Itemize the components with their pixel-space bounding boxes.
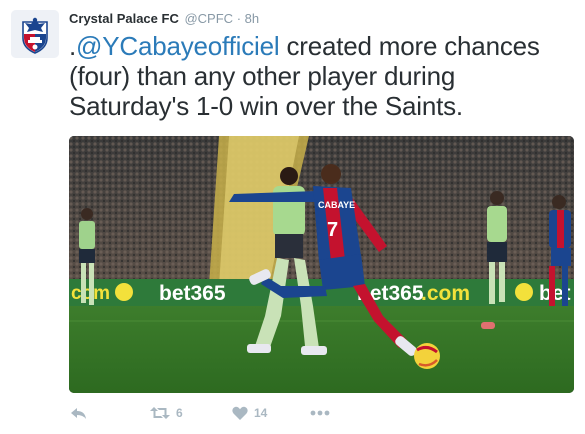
retweet-icon	[150, 407, 170, 419]
football	[414, 343, 440, 369]
ad-board-com: .com	[421, 282, 470, 305]
retweet-button[interactable]: 6	[150, 401, 183, 425]
author-handle[interactable]: @CPFC	[184, 11, 233, 26]
heart-icon	[232, 406, 248, 420]
tweet-actions: 6 14	[70, 401, 570, 425]
time-separator: ·	[236, 11, 242, 26]
tweet: Crystal Palace FC @CPFC · 8h .@YCabayeof…	[0, 0, 585, 434]
tweet-timestamp[interactable]: 8h	[245, 11, 259, 26]
reply-button[interactable]	[70, 401, 88, 425]
tweet-photo[interactable]: com bet365 bet365 .com bet	[69, 136, 574, 393]
football-photo: com bet365 bet365 .com bet	[69, 136, 574, 393]
club-crest-icon	[11, 10, 59, 58]
more-button[interactable]	[310, 401, 330, 425]
mention-link[interactable]: @YCabayeofficiel	[76, 31, 280, 61]
retweet-count: 6	[176, 406, 183, 420]
tweet-header: Crystal Palace FC @CPFC · 8h	[69, 11, 259, 27]
text-prefix: .	[69, 31, 77, 61]
reply-icon	[71, 408, 86, 419]
like-button[interactable]: 14	[232, 401, 267, 425]
more-icon	[310, 410, 330, 416]
author-name[interactable]: Crystal Palace FC	[69, 11, 179, 26]
ad-board-bet365-1: bet365	[159, 282, 226, 305]
shirt-number: 7	[327, 219, 338, 241]
like-count: 14	[254, 406, 268, 420]
tweet-text: .@YCabayeofficiel created more chances (…	[69, 31, 574, 121]
avatar[interactable]	[11, 10, 59, 58]
shirt-name: CABAYE	[318, 200, 355, 210]
